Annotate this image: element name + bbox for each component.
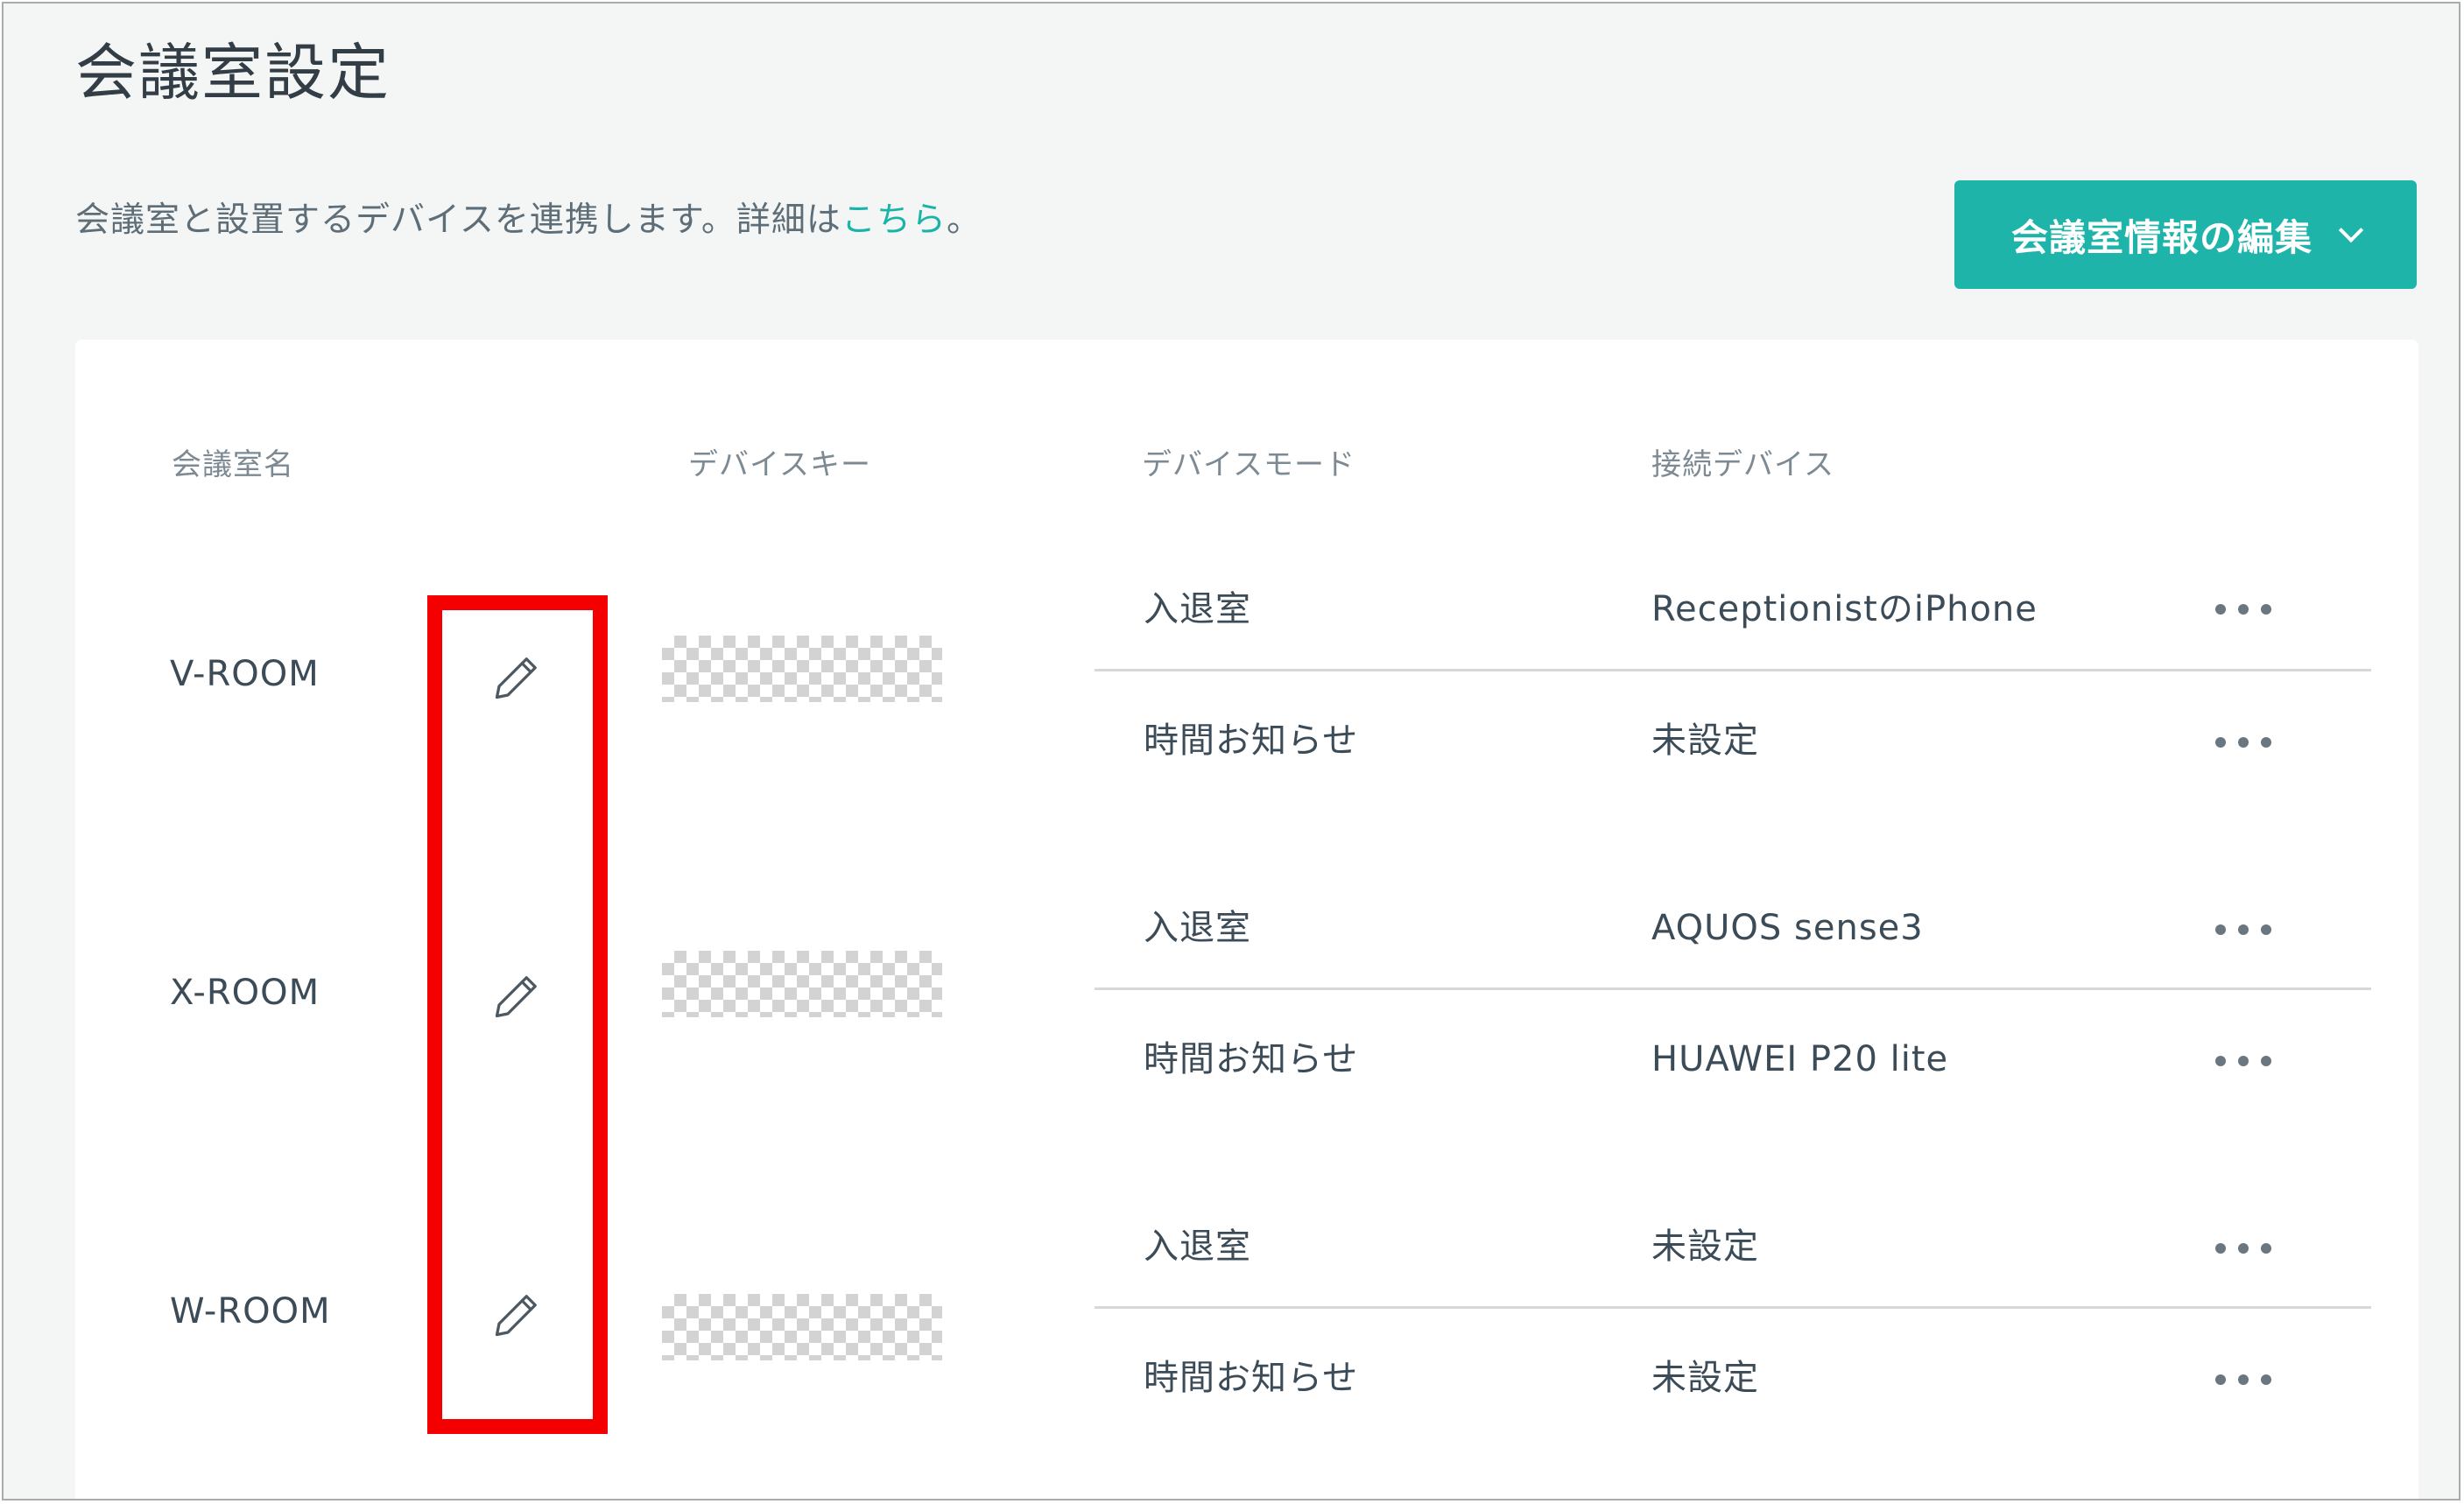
more-options-icon[interactable] (2215, 921, 2271, 938)
connected-device: 未設定 (1651, 720, 1759, 761)
highlight-annotation-box (427, 595, 608, 1434)
more-options-icon[interactable] (2215, 1052, 2271, 1070)
row-divider (1095, 987, 2371, 990)
page-description: 会議室と設置するデバイスを連携します。詳細はこちら。 (75, 203, 982, 237)
room-name: V-ROOM (170, 654, 320, 694)
header-connected-device: 接続デバイス (1651, 447, 1834, 482)
description-end: 。 (946, 200, 982, 240)
description-text: 会議室と設置するデバイスを連携します。詳細は (75, 200, 841, 240)
device-mode: 時間お知らせ (1144, 720, 1359, 761)
more-options-icon[interactable] (2215, 734, 2271, 751)
edit-room-info-label: 会議室情報の編集 (2010, 215, 2313, 259)
screenshot-frame: 会議室設定 会議室と設置するデバイスを連携します。詳細はこちら。 会議室情報の編… (2, 2, 2460, 1500)
device-key-masked (662, 636, 942, 702)
row-divider (1095, 1306, 2371, 1309)
device-mode: 入退室 (1144, 589, 1251, 629)
more-options-icon[interactable] (2215, 1371, 2271, 1388)
connected-device: AQUOS sense3 (1651, 908, 1924, 948)
connected-device: 未設定 (1651, 1226, 1759, 1267)
device-mode: 時間お知らせ (1144, 1358, 1359, 1398)
room-name: W-ROOM (170, 1291, 331, 1332)
header-device-key: デバイスキー (688, 447, 871, 482)
device-key-masked (662, 1294, 942, 1360)
connected-device: 未設定 (1651, 1358, 1759, 1398)
more-options-icon[interactable] (2215, 601, 2271, 618)
header-device-mode: デバイスモード (1142, 447, 1355, 482)
page-title: 会議室設定 (75, 37, 391, 109)
device-mode: 入退室 (1144, 908, 1251, 948)
chevron-down-icon (2338, 217, 2364, 243)
row-divider (1095, 669, 2371, 671)
more-options-icon[interactable] (2215, 1240, 2271, 1257)
room-name: X-ROOM (170, 973, 320, 1013)
device-key-masked (662, 951, 942, 1017)
connected-device: ReceptionistのiPhone (1651, 589, 2038, 629)
header-room-name: 会議室名 (172, 447, 294, 482)
connected-device: HUAWEI P20 lite (1651, 1039, 1949, 1079)
edit-room-info-button[interactable]: 会議室情報の編集 (1954, 180, 2417, 289)
device-mode: 時間お知らせ (1144, 1039, 1359, 1079)
details-link[interactable]: こちら (841, 200, 947, 240)
device-mode: 入退室 (1144, 1226, 1251, 1267)
